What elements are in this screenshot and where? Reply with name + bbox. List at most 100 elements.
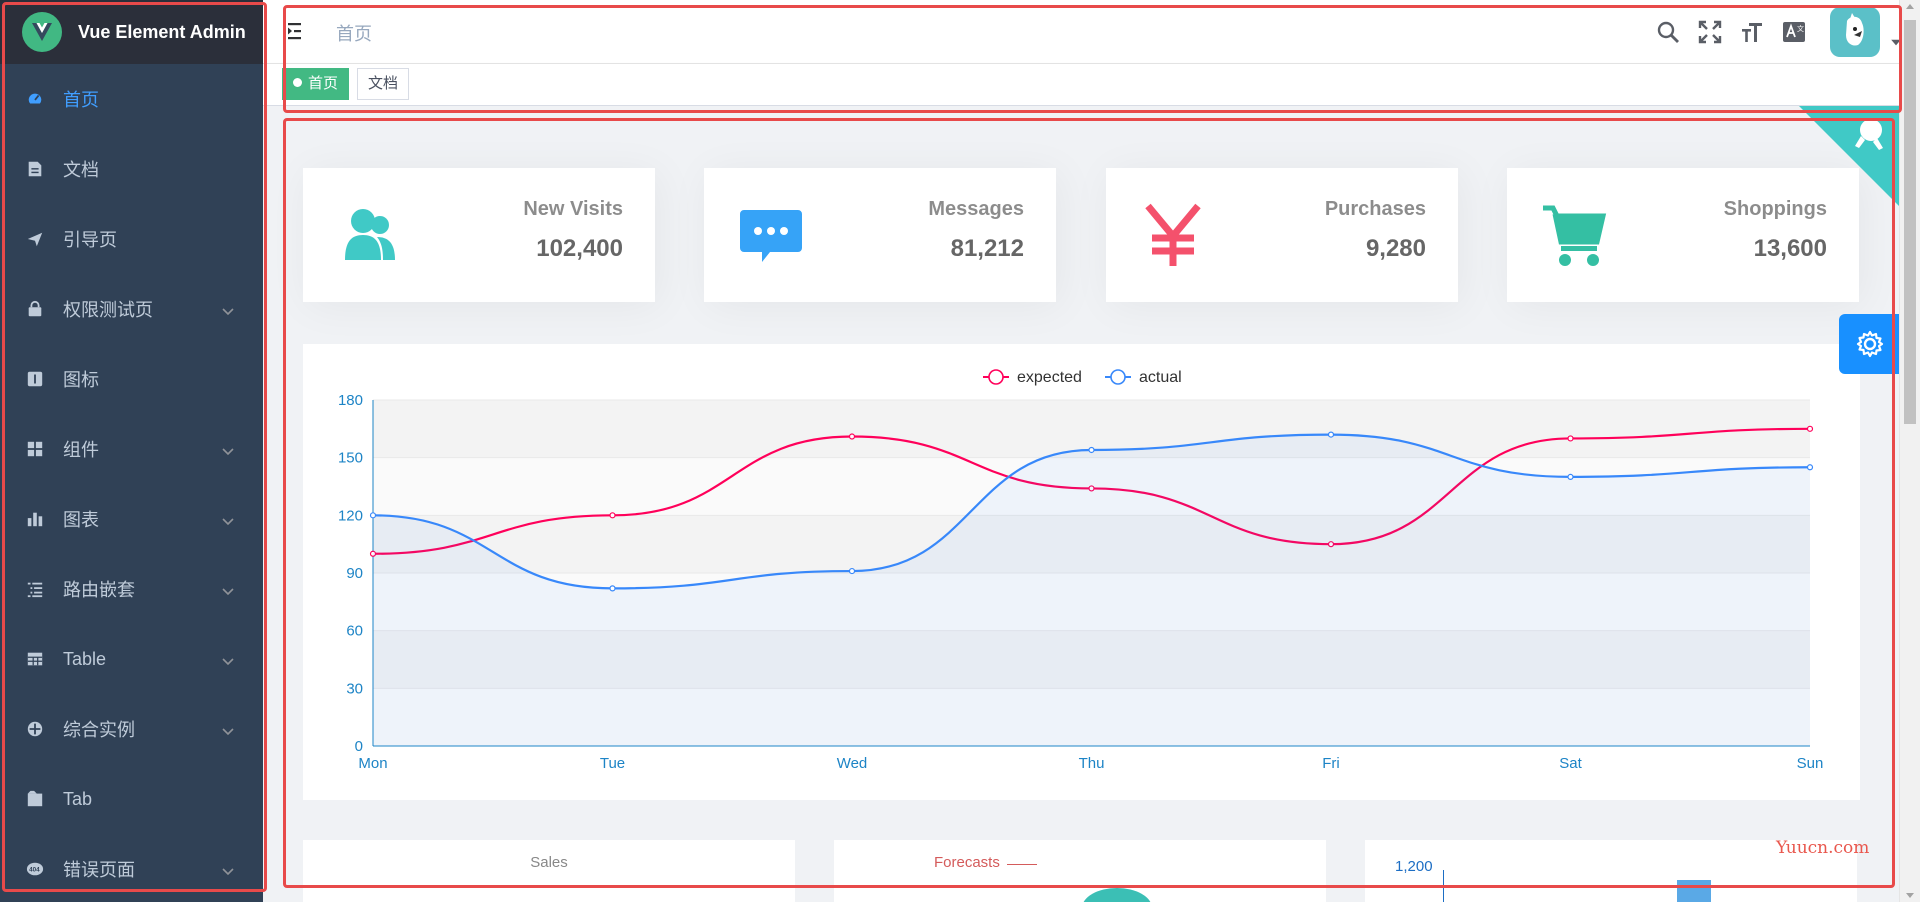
panel-new-visits[interactable]: New Visits 102,400 — [303, 168, 655, 302]
sidebar-item-table[interactable]: Table — [0, 624, 263, 694]
data-point-actual[interactable] — [1806, 464, 1814, 471]
chevron-down-icon — [221, 652, 235, 666]
sidebar-item-label: 图表 — [63, 510, 99, 530]
sidebar-item-label: 综合实例 — [63, 720, 135, 740]
sidebar-item-label: 首页 — [63, 90, 99, 110]
scrollbar[interactable] — [1899, 0, 1920, 902]
sidebar-item-label: 权限测试页 — [63, 300, 153, 320]
sidebar-item-label: 引导页 — [63, 230, 117, 250]
chevron-down-icon — [221, 302, 235, 316]
tag-home[interactable]: 首页 — [282, 68, 350, 100]
watermark: Yuucn.com — [1776, 838, 1870, 858]
panel-messages[interactable]: Messages 81,212 — [704, 168, 1056, 302]
dashboard-icon — [25, 89, 45, 109]
sidebar-item-dashboard[interactable]: 首页 — [0, 64, 263, 134]
data-point-expected[interactable] — [609, 512, 616, 519]
data-point-actual[interactable] — [1327, 431, 1335, 438]
nested-icon — [25, 579, 45, 599]
line-chart: 0 30 60 90 120 150 180 Mon Tue Wed Thu Fri Sat Sun exp… — [303, 344, 1860, 800]
legend-marker-actual — [1110, 369, 1126, 385]
panel-value: 9,280 — [1365, 235, 1426, 262]
404-icon: 404 — [25, 859, 45, 879]
panel-purchases[interactable]: Purchases 9,280 — [1106, 168, 1458, 302]
sidebar-item-label: Tab — [63, 788, 93, 809]
line-chart-svg: 0 30 60 90 120 150 180 Mon Tue Wed Thu Fri Sat Sun exp… — [338, 369, 1824, 772]
data-point-actual[interactable] — [848, 567, 856, 575]
scroll-thumb[interactable] — [1904, 20, 1916, 424]
money-icon — [1140, 202, 1206, 268]
radar-shape — [1082, 888, 1152, 902]
y-tick-label: 180 — [338, 392, 363, 409]
tag-label: 文档 — [368, 75, 399, 92]
avatar[interactable] — [1830, 7, 1880, 57]
sidebar-item-404[interactable]: 404 错误页面 — [0, 834, 263, 902]
scroll-up-arrow[interactable] — [1906, 4, 1914, 9]
x-tick-label: Sat — [1559, 755, 1582, 772]
documentation-icon — [25, 159, 45, 179]
scroll-down-arrow[interactable] — [1906, 893, 1914, 898]
table-icon — [25, 649, 45, 669]
tags-view: 首页 文档 — [263, 64, 1920, 106]
x-tick-label: Sun — [1797, 755, 1824, 772]
pie-chart-box: Sales — [303, 840, 795, 902]
panel-value: 102,400 — [536, 235, 623, 262]
y-tick-label: 30 — [346, 680, 363, 697]
shopping-icon — [1541, 202, 1607, 268]
legend-label-actual[interactable]: actual — [1139, 369, 1182, 386]
bar-axis-tick: 1,200 — [1395, 858, 1433, 875]
tag-documentation[interactable]: 文档 — [357, 68, 410, 100]
bar — [1677, 880, 1711, 902]
vue-logo-icon — [22, 12, 62, 52]
message-icon — [738, 202, 804, 268]
data-point-expected[interactable] — [1806, 425, 1814, 432]
sidebar-item-documentation[interactable]: 文档 — [0, 134, 263, 204]
y-tick-label: 0 — [355, 738, 363, 755]
chevron-down-icon — [221, 862, 235, 876]
sidebar-item-label: 路由嵌套 — [63, 580, 135, 600]
chart-icon — [25, 509, 45, 529]
fullscreen-icon[interactable] — [1696, 18, 1724, 46]
x-tick-label: Mon — [358, 755, 387, 772]
sales-label: Sales — [530, 854, 568, 871]
y-tick-label: 150 — [338, 450, 363, 467]
svg-text:文: 文 — [1797, 24, 1804, 33]
breadcrumb[interactable]: 首页 — [336, 20, 372, 46]
hamburger-icon[interactable] — [287, 20, 309, 42]
search-icon[interactable] — [1654, 18, 1682, 46]
data-point-actual[interactable] — [1567, 473, 1574, 480]
sidebar-item-label: 错误页面 — [63, 860, 135, 880]
sidebar-item-component[interactable]: 组件 — [0, 414, 263, 484]
data-point-actual[interactable] — [369, 512, 377, 519]
guide-icon — [25, 229, 45, 249]
panel-label: New Visits — [523, 198, 623, 220]
font-size-icon[interactable] — [1738, 18, 1766, 46]
language-icon[interactable]: 文 — [1780, 18, 1808, 46]
gear-icon — [1856, 330, 1883, 358]
app-title: Vue Element Admin — [78, 21, 246, 42]
tag-label: 首页 — [308, 75, 339, 92]
active-dot-icon — [293, 78, 302, 87]
sidebar-item-tab[interactable]: Tab — [0, 764, 263, 834]
sidebar-item-lock[interactable]: 权限测试页 — [0, 274, 263, 344]
panel-label: Purchases — [1324, 198, 1426, 220]
right-menu: 文 — [1654, 0, 1920, 64]
forecasts-leader-line — [1007, 864, 1037, 865]
sidebar-item-guide[interactable]: 引导页 — [0, 204, 263, 274]
data-point-expected[interactable] — [1567, 435, 1574, 442]
data-point-actual[interactable] — [1088, 446, 1095, 454]
sidebar-item-chart[interactable]: 图表 — [0, 484, 263, 554]
sidebar-item-icon[interactable]: 图标 — [0, 344, 263, 414]
github-corner[interactable] — [1799, 106, 1899, 211]
settings-button[interactable] — [1839, 314, 1900, 374]
sidebar-item-example[interactable]: 综合实例 — [0, 694, 263, 764]
data-point-actual[interactable] — [609, 585, 616, 592]
sidebar-item-nested[interactable]: 路由嵌套 — [0, 554, 263, 624]
svg-text:404: 404 — [29, 867, 40, 874]
tab-icon — [25, 789, 45, 809]
sidebar-logo[interactable]: Vue Element Admin — [0, 0, 263, 64]
y-tick-label: 60 — [346, 623, 363, 640]
data-point-expected[interactable] — [848, 433, 856, 440]
chevron-down-icon — [221, 722, 235, 736]
legend-label-expected[interactable]: expected — [1017, 369, 1082, 386]
x-tick-label: Wed — [837, 755, 868, 772]
